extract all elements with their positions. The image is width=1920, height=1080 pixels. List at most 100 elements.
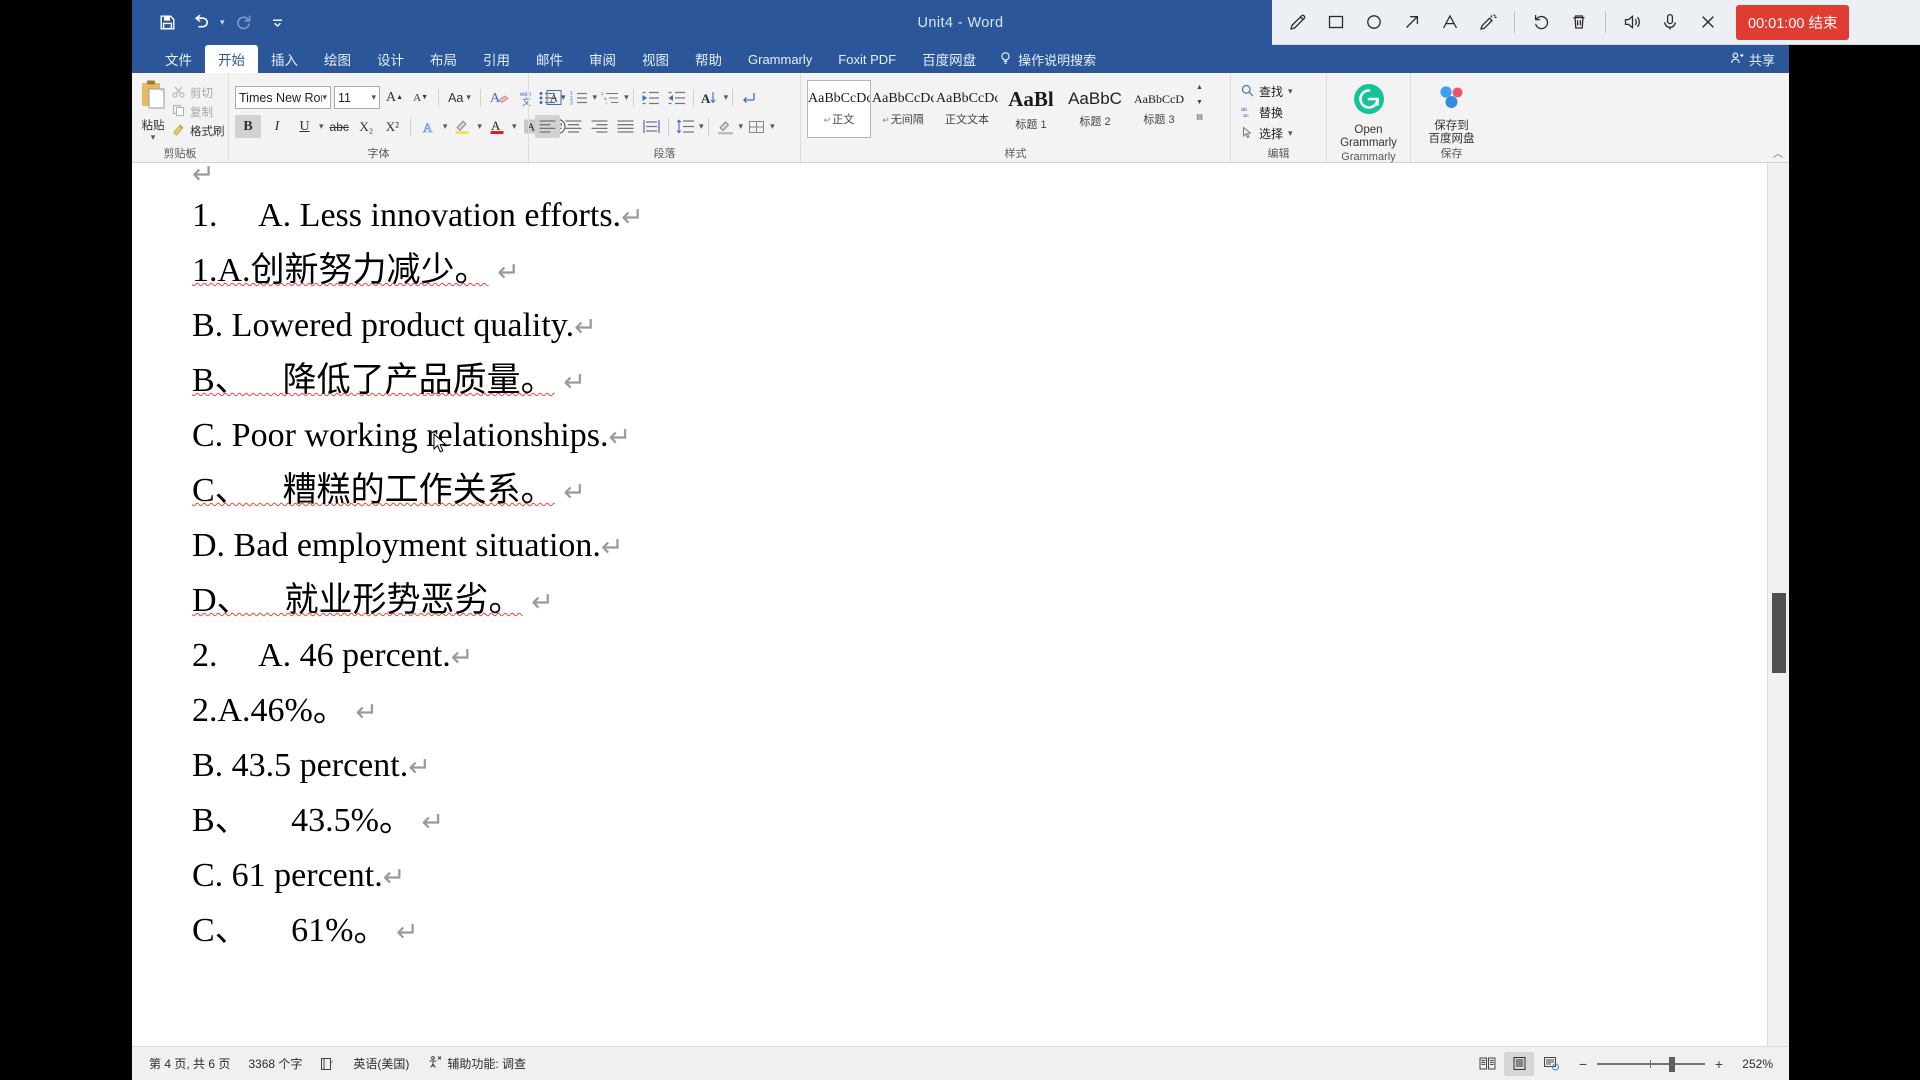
- scrollbar-thumb[interactable]: [1772, 593, 1786, 673]
- paste-button[interactable]: 粘贴 ▾: [138, 77, 168, 142]
- view-read-mode[interactable]: [1472, 1052, 1502, 1076]
- shrink-font-button[interactable]: A ▼: [409, 86, 432, 109]
- change-case-dropdown-icon[interactable]: ▾: [466, 93, 471, 102]
- tell-me-search[interactable]: 操作说明搜索: [989, 45, 1106, 73]
- numbered-list-dropdown-icon[interactable]: ▾: [593, 93, 598, 102]
- share-button[interactable]: 共享: [1730, 45, 1775, 73]
- line-spacing-icon[interactable]: [673, 115, 698, 138]
- font-name-dropdown-icon[interactable]: ▾: [322, 93, 327, 102]
- borders-icon[interactable]: [744, 115, 769, 138]
- recording-timer-button[interactable]: 00:01:00 结束: [1736, 4, 1850, 40]
- zoom-out-button[interactable]: −: [1576, 1056, 1590, 1072]
- styles-more-icon[interactable]: ▤: [1193, 110, 1206, 124]
- zoom-level[interactable]: 252%: [1733, 1057, 1773, 1071]
- align-right-icon[interactable]: [587, 115, 612, 138]
- zoom-in-button[interactable]: +: [1712, 1056, 1726, 1072]
- find-button[interactable]: 查找 ▾: [1237, 81, 1297, 102]
- tab-references[interactable]: 引用: [470, 45, 523, 73]
- pen-icon[interactable]: [1280, 4, 1316, 40]
- document-text[interactable]: 1. A. Less innovation efforts.↵ 1.A.创新努力…: [132, 185, 1767, 959]
- show-formatting-marks-icon[interactable]: [737, 86, 761, 109]
- open-grammarly-button[interactable]: Open Grammarly: [1337, 77, 1401, 150]
- style-heading-2[interactable]: AaBbC 标题 2: [1063, 80, 1127, 138]
- borders-dropdown-icon[interactable]: ▾: [770, 122, 775, 131]
- align-left-icon[interactable]: [535, 115, 560, 138]
- tab-draw[interactable]: 绘图: [311, 45, 364, 73]
- text-effects-dropdown-icon[interactable]: ▾: [443, 122, 448, 131]
- zoom-slider[interactable]: [1597, 1056, 1705, 1072]
- accessibility-indicator[interactable]: 辅助功能: 调查: [418, 1055, 535, 1072]
- word-count[interactable]: 3368 个字: [239, 1055, 311, 1072]
- rectangle-icon[interactable]: [1318, 4, 1354, 40]
- style-heading-1[interactable]: AaBl 标题 1: [999, 80, 1063, 138]
- tab-insert[interactable]: 插入: [258, 45, 311, 73]
- font-name-input[interactable]: Times New Ron ▾: [235, 86, 331, 109]
- tab-view[interactable]: 视图: [629, 45, 682, 73]
- font-color-icon[interactable]: A: [485, 115, 509, 138]
- style-normal[interactable]: AaBbCcDc ↵正文: [807, 80, 871, 138]
- document-page[interactable]: ↵ 1. A. Less innovation efforts.↵ 1.A.创新…: [132, 163, 1767, 1046]
- grow-font-button[interactable]: A ▲: [383, 86, 406, 109]
- find-dropdown-icon[interactable]: ▾: [1288, 87, 1293, 96]
- bold-button[interactable]: B: [235, 115, 261, 138]
- view-print-layout[interactable]: [1504, 1051, 1534, 1076]
- font-size-dropdown-icon[interactable]: ▾: [371, 93, 376, 102]
- microphone-icon[interactable]: [1652, 4, 1688, 40]
- text-effects-icon[interactable]: A: [417, 115, 440, 138]
- tab-grammarly[interactable]: Grammarly: [735, 45, 825, 73]
- format-painter-button[interactable]: 格式刷: [168, 121, 229, 140]
- numbered-list-icon[interactable]: 123: [567, 86, 592, 109]
- highlight-dropdown-icon[interactable]: ▾: [477, 122, 482, 131]
- superscript-button[interactable]: X²: [381, 115, 404, 138]
- increase-indent-icon[interactable]: [664, 86, 689, 109]
- text-icon[interactable]: [1432, 4, 1468, 40]
- tab-mailings[interactable]: 邮件: [523, 45, 576, 73]
- tab-foxit-pdf[interactable]: Foxit PDF: [825, 45, 909, 73]
- paste-dropdown-icon[interactable]: ▾: [151, 133, 156, 142]
- bullet-list-icon[interactable]: [535, 86, 560, 109]
- tab-baidu-netdisk[interactable]: 百度网盘: [909, 45, 989, 73]
- save-to-baidu-button[interactable]: 保存到 百度网盘: [1420, 77, 1484, 146]
- align-center-icon[interactable]: [561, 115, 586, 138]
- close-icon[interactable]: [1690, 4, 1726, 40]
- change-case-button[interactable]: Aa ▾: [445, 86, 474, 109]
- customize-qat-icon[interactable]: [263, 8, 293, 38]
- font-size-input[interactable]: 11 ▾: [334, 86, 380, 109]
- sort-icon[interactable]: A: [698, 86, 723, 109]
- highlighter-icon[interactable]: [1470, 4, 1506, 40]
- styles-scroll-up-icon[interactable]: ▲: [1193, 80, 1206, 94]
- style-no-spacing[interactable]: AaBbCcDc ↵无间隔: [871, 80, 935, 138]
- font-color-dropdown-icon[interactable]: ▾: [512, 122, 517, 131]
- save-icon[interactable]: [152, 8, 182, 38]
- style-body-text[interactable]: AaBbCcDc 正文文本: [935, 80, 999, 138]
- replace-button[interactable]: ab ac 替换: [1237, 102, 1297, 123]
- clear-formatting-icon[interactable]: A: [487, 86, 512, 109]
- tab-file[interactable]: 文件: [152, 45, 205, 73]
- undo-dropdown-icon[interactable]: ▾: [220, 18, 225, 27]
- select-dropdown-icon[interactable]: ▾: [1288, 129, 1293, 138]
- zoom-slider-thumb[interactable]: [1669, 1056, 1675, 1072]
- styles-scroll-down-icon[interactable]: ▼: [1193, 95, 1206, 109]
- distribute-icon[interactable]: [639, 115, 664, 138]
- undo-icon[interactable]: [1523, 4, 1559, 40]
- copy-button[interactable]: 复制: [168, 102, 229, 121]
- tab-layout[interactable]: 布局: [417, 45, 470, 73]
- arrow-icon[interactable]: [1394, 4, 1430, 40]
- paragraph-shading-dropdown-icon[interactable]: ▾: [739, 122, 744, 131]
- tab-help[interactable]: 帮助: [682, 45, 735, 73]
- delete-icon[interactable]: [1561, 4, 1597, 40]
- underline-button[interactable]: U: [293, 115, 316, 138]
- undo-icon[interactable]: [186, 8, 216, 38]
- tab-home[interactable]: 开始: [205, 45, 258, 73]
- language-indicator[interactable]: 英语(美国): [344, 1055, 418, 1072]
- select-button[interactable]: 选择 ▾: [1237, 123, 1297, 144]
- highlight-icon[interactable]: [450, 115, 474, 138]
- justify-icon[interactable]: [613, 115, 638, 138]
- tab-review[interactable]: 审阅: [576, 45, 629, 73]
- vertical-scrollbar[interactable]: [1767, 163, 1789, 1046]
- page-indicator[interactable]: 第 4 页, 共 6 页: [140, 1055, 239, 1072]
- proofing-errors-icon[interactable]: ✓: [311, 1057, 344, 1071]
- line-spacing-dropdown-icon[interactable]: ▾: [699, 122, 704, 131]
- style-heading-3[interactable]: AaBbCcD 标题 3: [1127, 80, 1191, 138]
- subscript-button[interactable]: X₂: [355, 115, 378, 138]
